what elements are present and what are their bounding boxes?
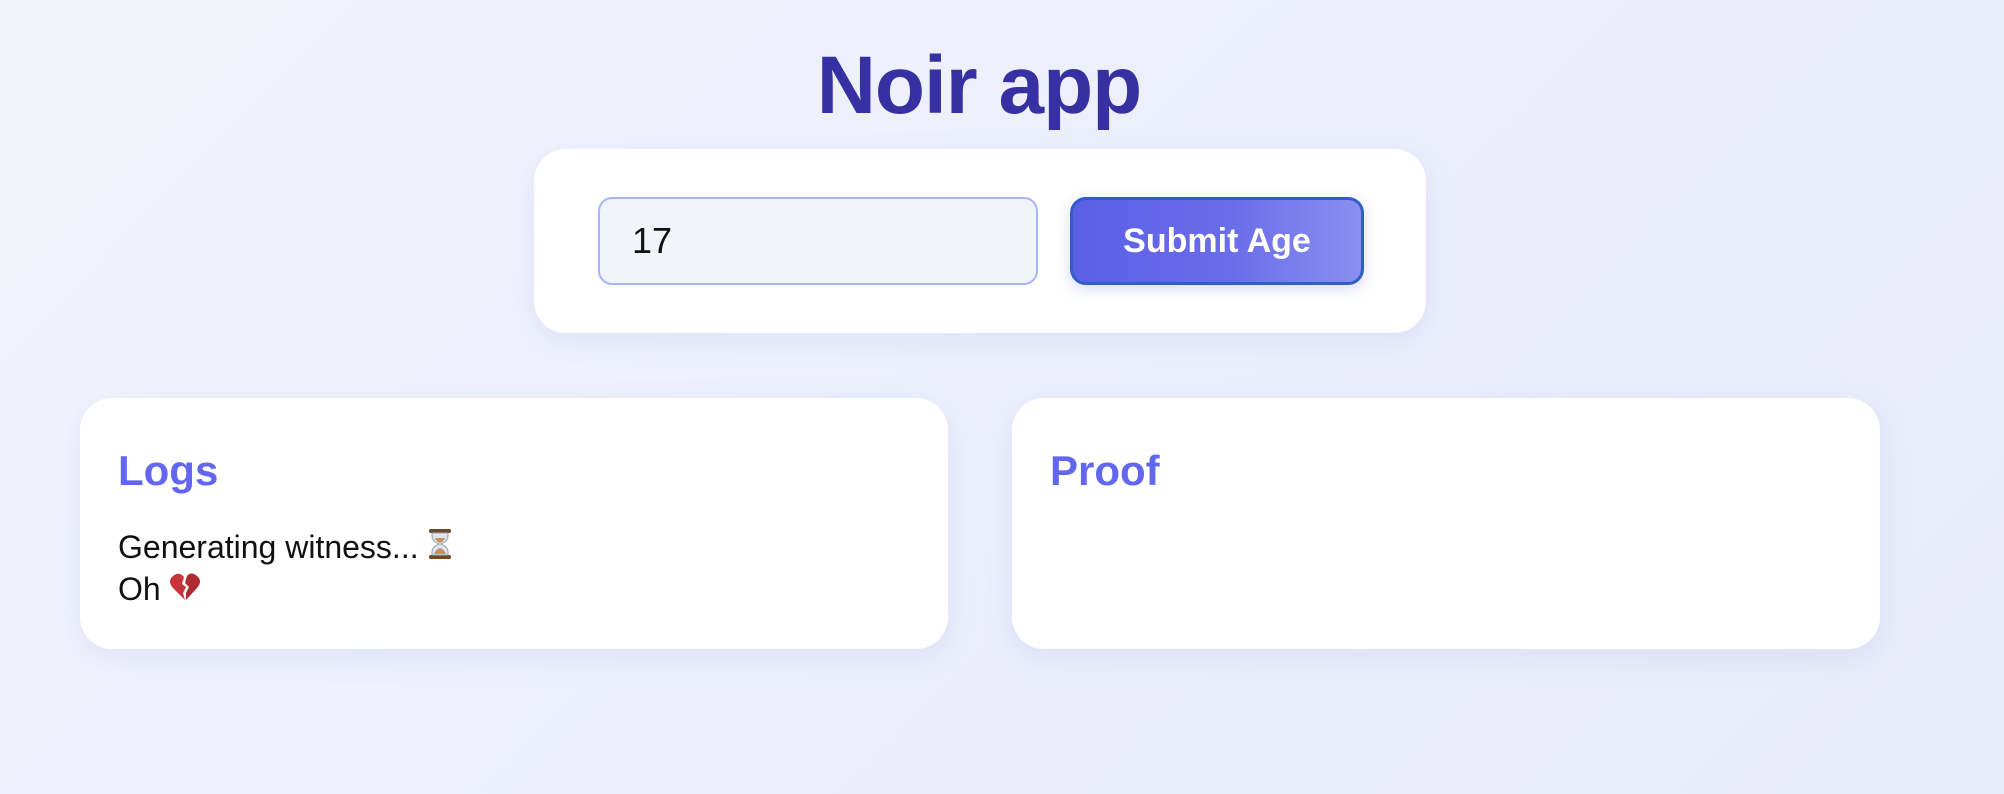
proof-panel: Proof — [1012, 398, 1880, 649]
broken-heart-icon — [169, 572, 201, 602]
age-form-card: Submit Age — [534, 149, 1426, 333]
logs-heading: Logs — [118, 447, 219, 494]
logs-panel: Logs Generating witness... Oh — [80, 398, 948, 649]
log-entry-text: Oh — [118, 571, 161, 607]
submit-age-button[interactable]: Submit Age — [1070, 197, 1364, 285]
hourglass-icon — [427, 528, 453, 560]
log-entry-text: Generating witness... — [118, 529, 419, 565]
age-input[interactable] — [598, 197, 1038, 285]
proof-heading: Proof — [1050, 447, 1160, 494]
log-entry: Generating witness... — [118, 526, 453, 568]
log-list: Generating witness... Oh — [118, 526, 453, 610]
page-title: Noir app — [816, 40, 1143, 131]
log-entry: Oh — [118, 568, 453, 610]
